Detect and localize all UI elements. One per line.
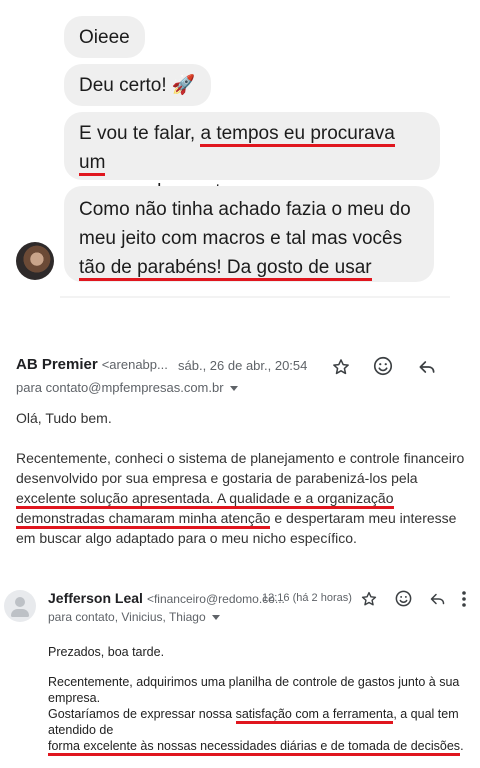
reply-icon[interactable]	[426, 588, 448, 610]
underlined-text: forma excelente às nossas necessidades d…	[48, 739, 461, 756]
sender-name: Jefferson Leal	[48, 590, 143, 606]
greeting: Olá, Tudo bem.	[16, 410, 112, 426]
body-line: desenvolvido por sua empresa e gostaria …	[16, 470, 418, 486]
star-icon[interactable]	[358, 588, 380, 610]
timestamp: sáb., 26 de abr., 20:54	[178, 358, 308, 373]
sender[interactable]: AB Premier <arenabp...	[16, 356, 168, 373]
avatar	[4, 590, 36, 622]
avatar	[16, 242, 54, 280]
underlined-text: satisfação com a ferramenta	[235, 707, 394, 724]
recipients[interactable]: para contato@mpfempresas.com.br	[16, 380, 238, 395]
underlined-text: excelente solução apresentada. A qualida…	[16, 490, 394, 509]
star-icon[interactable]	[330, 356, 352, 378]
recipients-text: para contato@mpfempresas.com.br	[16, 380, 224, 395]
divider	[60, 296, 450, 298]
chat-bubble: Deu certo! 🚀	[64, 64, 211, 106]
greeting: Prezados, boa tarde.	[48, 645, 165, 659]
email-message: Jefferson Leal <financeiro@redomo.co... 1…	[0, 580, 480, 756]
paragraph: Recentemente, conheci o sistema de plane…	[16, 448, 466, 548]
body-line: Recentemente, adquirimos uma planilha de…	[48, 675, 460, 705]
chat-bubble: Como não tinha achado fazia o meu do meu…	[64, 186, 434, 282]
chevron-down-icon[interactable]	[229, 386, 238, 392]
recipients[interactable]: para contato, Vinicius, Thiago	[48, 610, 220, 624]
chat-bubble: Oieee	[64, 16, 145, 58]
email-body: Olá, Tudo bem. Recentemente, conheci o s…	[16, 408, 466, 568]
message-text: E vou te falar,	[79, 123, 201, 144]
emoji-icon[interactable]	[372, 355, 394, 377]
email-body: Prezados, boa tarde. Recentemente, adqui…	[48, 644, 478, 768]
message-text: Como não tinha achado fazia o meu do	[79, 199, 411, 220]
paragraph: Recentemente, adquirimos uma planilha de…	[48, 674, 478, 756]
body-line: e despertaram meu interesse	[270, 510, 457, 526]
sender[interactable]: Jefferson Leal <financeiro@redomo.co...	[48, 590, 285, 606]
message-text: meu jeito com macros e tal mas vocês	[79, 228, 403, 249]
body-line: Gostaríamos de expressar nossa	[48, 707, 236, 721]
body-line: em buscar algo adaptado para o meu nicho…	[16, 530, 357, 546]
message-text: Deu certo! 🚀	[79, 75, 196, 96]
recipients-text: para contato, Vinicius, Thiago	[48, 610, 206, 624]
body-line: Recentemente, conheci o sistema de plane…	[16, 450, 465, 466]
emoji-icon[interactable]	[392, 587, 414, 609]
chat-thread: Oieee Deu certo! 🚀 E vou te falar, a tem…	[0, 0, 480, 300]
body-line: .	[460, 739, 464, 753]
email-message: AB Premier <arenabp... sáb., 26 de abr., …	[0, 340, 480, 570]
message-text: Oieee	[79, 27, 130, 48]
timestamp: 12:16 (há 2 horas)	[262, 592, 352, 604]
chevron-down-icon[interactable]	[211, 615, 220, 621]
underlined-text: tão de parabéns! Da gosto de usar	[79, 257, 372, 281]
sender-address: <arenabp...	[101, 357, 168, 372]
chat-bubble: E vou te falar, a tempos eu procurava um…	[64, 112, 440, 205]
sender-name: AB Premier	[16, 356, 98, 373]
more-vert-icon[interactable]	[456, 588, 472, 610]
underlined-text: demonstradas chamaram minha atenção	[16, 510, 271, 529]
reply-icon[interactable]	[416, 356, 438, 378]
